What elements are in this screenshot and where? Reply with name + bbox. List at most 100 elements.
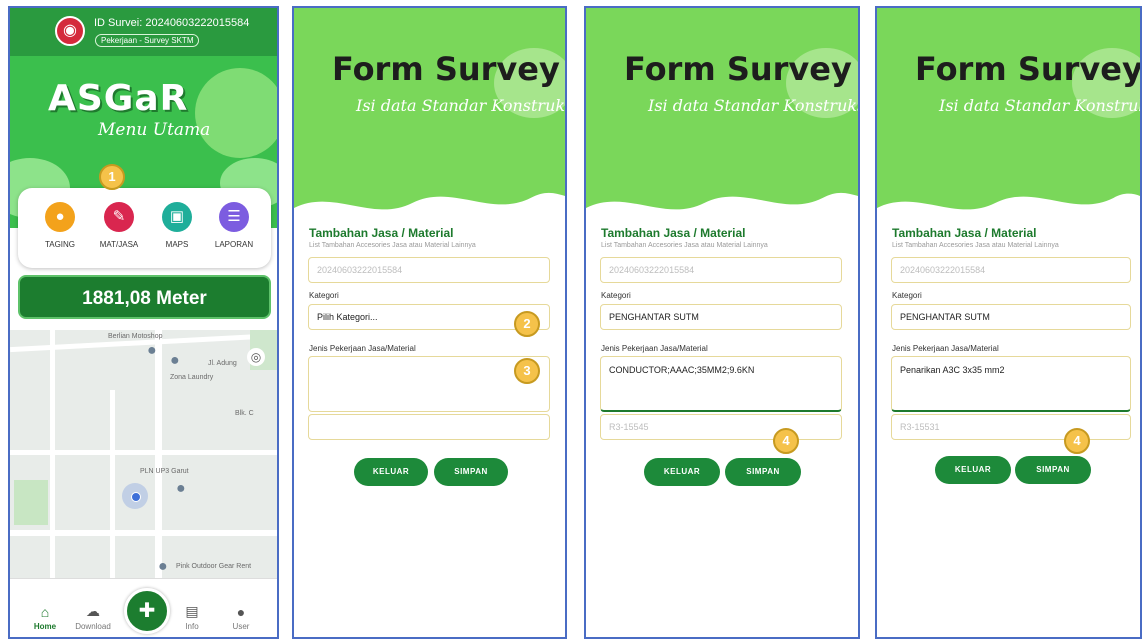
user-icon: ● bbox=[236, 604, 246, 620]
menu-mat-jasa[interactable]: ✎ MAT/JASA bbox=[91, 202, 147, 249]
nav-home[interactable]: ⌂ Home bbox=[20, 604, 70, 631]
section-description: List Tambahan Accesories Jasa atau Mater… bbox=[601, 242, 768, 249]
section-title: Tambahan Jasa / Material bbox=[309, 226, 454, 240]
map-road bbox=[10, 530, 277, 536]
form-screen-filled-b: Form Survey Isi data Standar Konstruksi … bbox=[875, 6, 1142, 639]
jenis-input[interactable]: Penarikan A3C 3x35 mm2 bbox=[891, 356, 1131, 412]
home-screen: ◉ ID Survei: 20240603222015584 Pekerjaan… bbox=[8, 6, 279, 639]
menu-laporan[interactable]: ☰ LAPORAN bbox=[206, 202, 262, 249]
page-subtitle: Menu Utama bbox=[98, 120, 211, 140]
form-header: Form Survey Isi data Standar Konstruksi bbox=[294, 8, 565, 226]
info-icon: ▤ bbox=[185, 603, 199, 619]
map-park bbox=[14, 480, 48, 525]
map-icon: ▣ bbox=[162, 202, 192, 232]
keluar-button[interactable]: KELUAR bbox=[935, 456, 1011, 484]
form-subtitle: Isi data Standar Konstruksi bbox=[356, 96, 565, 115]
form-screen-filled-a: Form Survey Isi data Standar Konstruksi … bbox=[584, 6, 860, 639]
section-description: List Tambahan Accesories Jasa atau Mater… bbox=[309, 242, 476, 249]
menu-label: MAPS bbox=[165, 240, 189, 249]
jenis-label: Jenis Pekerjaan Jasa/Material bbox=[892, 344, 999, 353]
locate-me-icon[interactable]: ◎ bbox=[247, 348, 265, 366]
jenis-input[interactable] bbox=[308, 356, 550, 412]
map-label: Zona Laundry bbox=[170, 374, 214, 381]
survey-strip bbox=[10, 8, 277, 56]
report-icon: ☰ bbox=[219, 202, 249, 232]
nav-label: Download bbox=[75, 622, 111, 631]
jenis-label: Jenis Pekerjaan Jasa/Material bbox=[309, 344, 416, 353]
code-input[interactable] bbox=[308, 414, 550, 440]
step-badge: 3 bbox=[514, 358, 540, 384]
map-road bbox=[155, 330, 162, 586]
jenis-label: Jenis Pekerjaan Jasa/Material bbox=[601, 344, 708, 353]
map-view[interactable]: Berlian Motoshop Jl. Adung Zona Laundry … bbox=[10, 330, 277, 586]
simpan-button[interactable]: SIMPAN bbox=[725, 458, 801, 486]
survey-id-field: 20240603222015584 bbox=[891, 257, 1131, 283]
map-road bbox=[110, 390, 115, 586]
nav-info[interactable]: ▤ Info bbox=[167, 603, 217, 631]
form-subtitle: Isi data Standar Konstruksi bbox=[939, 96, 1140, 115]
map-road bbox=[10, 450, 277, 455]
kategori-label: Kategori bbox=[601, 291, 631, 300]
menu-card: ● TAGING ✎ MAT/JASA ▣ MAPS ☰ LAPORAN bbox=[18, 188, 271, 268]
distance-display: 1881,08 Meter bbox=[18, 275, 271, 319]
current-location-icon bbox=[122, 483, 148, 509]
form-title: Form Survey bbox=[624, 50, 852, 88]
map-label: Blk. C bbox=[235, 410, 254, 417]
form-header: Form Survey Isi data Standar Konstruksi bbox=[586, 8, 858, 226]
nav-download[interactable]: ☁ Download bbox=[68, 603, 118, 631]
step-badge: 4 bbox=[1064, 428, 1090, 454]
note-add-icon: ✎ bbox=[104, 202, 134, 232]
map-road bbox=[50, 330, 55, 586]
menu-taging[interactable]: ● TAGING bbox=[32, 202, 88, 249]
simpan-button[interactable]: SIMPAN bbox=[1015, 456, 1091, 484]
simpan-button[interactable]: SIMPAN bbox=[434, 458, 508, 486]
kategori-select[interactable]: PENGHANTAR SUTM bbox=[600, 304, 842, 330]
survey-id-field: 20240603222015584 bbox=[600, 257, 842, 283]
map-label: Berlian Motoshop bbox=[108, 333, 163, 340]
form-header: Form Survey Isi data Standar Konstruksi bbox=[877, 8, 1140, 226]
keluar-button[interactable]: KELUAR bbox=[354, 458, 428, 486]
map-pin-icon[interactable]: ● bbox=[147, 342, 157, 360]
survey-id-field: 20240603222015584 bbox=[308, 257, 550, 283]
nav-user[interactable]: ● User bbox=[216, 604, 266, 631]
menu-maps[interactable]: ▣ MAPS bbox=[149, 202, 205, 249]
pin-icon: ● bbox=[45, 202, 75, 232]
nav-label: Home bbox=[33, 622, 57, 631]
section-description: List Tambahan Accesories Jasa atau Mater… bbox=[892, 242, 1059, 249]
decor-blob bbox=[195, 68, 277, 158]
step-badge: 2 bbox=[514, 311, 540, 337]
location-pin-icon: ◉ bbox=[55, 16, 85, 46]
menu-label: MAT/JASA bbox=[99, 240, 139, 249]
keluar-button[interactable]: KELUAR bbox=[644, 458, 720, 486]
map-label: Jl. Adung bbox=[208, 360, 237, 367]
kategori-select[interactable]: PENGHANTAR SUTM bbox=[891, 304, 1131, 330]
add-location-button[interactable]: ✚ bbox=[124, 588, 170, 634]
nav-label: User bbox=[232, 622, 250, 631]
menu-label: TAGING bbox=[44, 240, 76, 249]
wave-decor bbox=[294, 192, 565, 226]
step-badge: 4 bbox=[773, 428, 799, 454]
code-input[interactable]: R3-15531 bbox=[891, 414, 1131, 440]
form-title: Form Survey bbox=[915, 50, 1140, 88]
map-pin-icon[interactable]: ● bbox=[158, 558, 168, 576]
jenis-input[interactable]: CONDUCTOR;AAAC;35MM2;9.6KN bbox=[600, 356, 842, 412]
app-brand: ASGaR bbox=[48, 78, 189, 119]
wave-decor bbox=[586, 192, 858, 226]
code-input[interactable]: R3-15545 bbox=[600, 414, 842, 440]
step-badge: 1 bbox=[99, 164, 125, 190]
survey-id: ID Survei: 20240603222015584 bbox=[94, 17, 250, 29]
map-label: Pink Outdoor Gear Rent bbox=[176, 563, 252, 570]
wave-decor bbox=[877, 193, 1140, 226]
map-pin-icon[interactable]: ● bbox=[170, 352, 180, 370]
section-title: Tambahan Jasa / Material bbox=[892, 226, 1037, 240]
nav-label: Info bbox=[185, 622, 199, 631]
form-screen-empty: Form Survey Isi data Standar Konstruksi … bbox=[292, 6, 567, 639]
map-pin-icon[interactable]: ● bbox=[176, 480, 186, 498]
map-label: PLN UP3 Garut bbox=[140, 468, 189, 475]
kategori-label: Kategori bbox=[892, 291, 922, 300]
kategori-label: Kategori bbox=[309, 291, 339, 300]
section-title: Tambahan Jasa / Material bbox=[601, 226, 746, 240]
job-badge: Pekerjaan - Survey SKTM bbox=[95, 34, 200, 47]
home-icon: ⌂ bbox=[40, 604, 50, 620]
menu-label: LAPORAN bbox=[214, 240, 254, 249]
